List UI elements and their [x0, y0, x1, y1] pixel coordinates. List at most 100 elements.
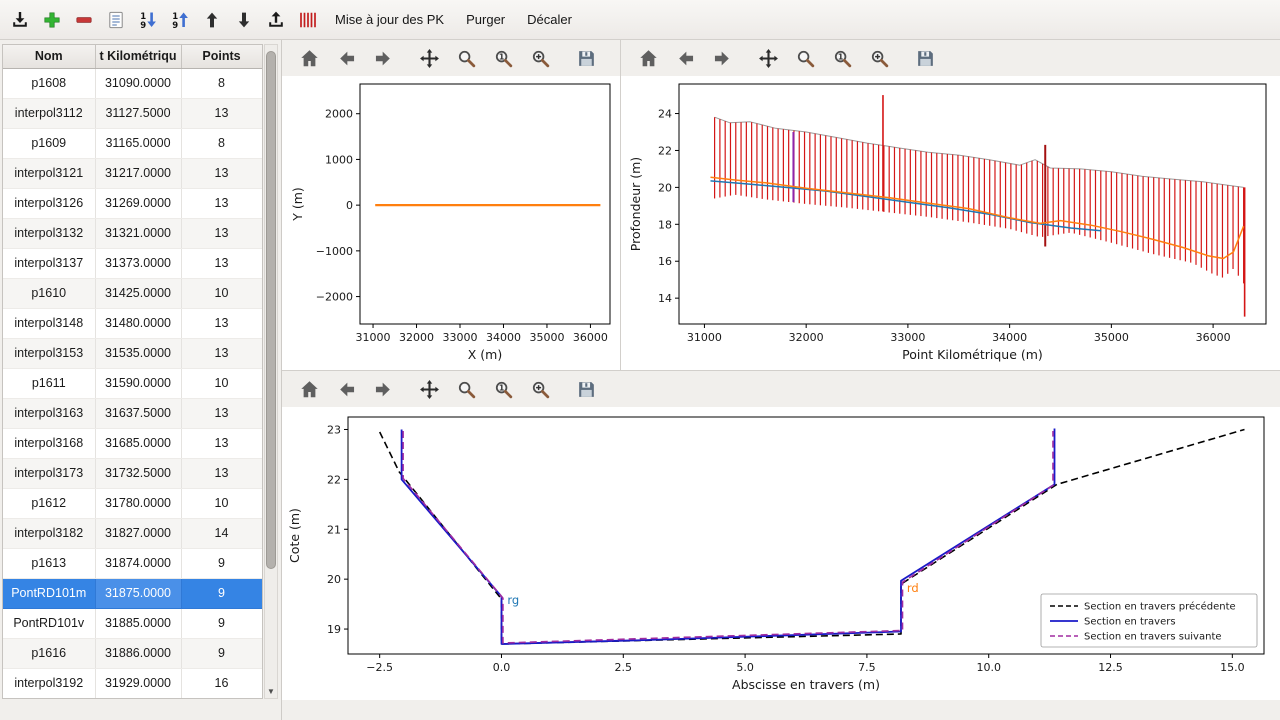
column-header-pk[interactable]: t Kilométriqu [95, 45, 181, 68]
table-row[interactable]: p161331874.00009 [3, 548, 262, 578]
cell-nom[interactable]: PontRD101m [3, 578, 95, 608]
save-button[interactable] [912, 43, 938, 73]
cell-points[interactable]: 10 [181, 278, 262, 308]
cell-points[interactable]: 13 [181, 248, 262, 278]
table-row[interactable]: p160931165.00008 [3, 128, 262, 158]
cell-pk[interactable]: 31127.5000 [95, 98, 181, 128]
table-row[interactable]: interpol315331535.000013 [3, 338, 262, 368]
forward-button[interactable] [370, 374, 396, 404]
form-button[interactable] [102, 5, 130, 35]
cell-points[interactable]: 13 [181, 338, 262, 368]
cell-nom[interactable]: p1612 [3, 488, 95, 518]
home-button[interactable] [296, 43, 322, 73]
pan-button[interactable] [416, 43, 442, 73]
pan-button[interactable] [416, 374, 442, 404]
table-row[interactable]: PontRD101m31875.00009 [3, 578, 262, 608]
table-row[interactable]: interpol313231321.000013 [3, 218, 262, 248]
forward-button[interactable] [370, 43, 396, 73]
cell-nom[interactable]: p1613 [3, 548, 95, 578]
cell-points[interactable]: 8 [181, 128, 262, 158]
table-row[interactable]: p161631886.00009 [3, 638, 262, 668]
cell-nom[interactable]: interpol3126 [3, 188, 95, 218]
cell-pk[interactable]: 31885.0000 [95, 608, 181, 638]
cell-points[interactable]: 9 [181, 608, 262, 638]
zoom-button[interactable] [792, 43, 818, 73]
cell-nom[interactable]: interpol3192 [3, 668, 95, 698]
cell-points[interactable]: 8 [181, 68, 262, 98]
cell-pk[interactable]: 31425.0000 [95, 278, 181, 308]
zoom-one-button[interactable]: 1 [490, 43, 516, 73]
cell-pk[interactable]: 31590.0000 [95, 368, 181, 398]
zoom-plus-button[interactable] [866, 43, 892, 73]
cell-pk[interactable]: 31886.0000 [95, 638, 181, 668]
table-row[interactable]: interpol314831480.000013 [3, 308, 262, 338]
table-scrollbar-thumb[interactable] [266, 51, 276, 569]
table-row[interactable]: interpol312631269.000013 [3, 188, 262, 218]
cell-pk[interactable]: 31480.0000 [95, 308, 181, 338]
cell-points[interactable]: 13 [181, 428, 262, 458]
cell-points[interactable]: 13 [181, 308, 262, 338]
table-scrollbar[interactable]: ▼ [264, 44, 278, 699]
column-header-nom[interactable]: Nom [3, 45, 95, 68]
cell-points[interactable]: 10 [181, 488, 262, 518]
cell-nom[interactable]: p1609 [3, 128, 95, 158]
cell-nom[interactable]: interpol3168 [3, 428, 95, 458]
export-button[interactable] [262, 5, 290, 35]
cell-nom[interactable]: interpol3148 [3, 308, 95, 338]
menu-mise-a-jour-pk[interactable]: Mise à jour des PK [326, 5, 453, 35]
cell-pk[interactable]: 31637.5000 [95, 398, 181, 428]
table-row[interactable]: interpol313731373.000013 [3, 248, 262, 278]
table-row[interactable]: PontRD101v31885.00009 [3, 608, 262, 638]
weirs-button[interactable] [294, 5, 322, 35]
table-row[interactable]: p161231780.000010 [3, 488, 262, 518]
cell-pk[interactable]: 31732.5000 [95, 458, 181, 488]
cell-pk[interactable]: 31874.0000 [95, 548, 181, 578]
pan-button[interactable] [755, 43, 781, 73]
cell-points[interactable]: 13 [181, 188, 262, 218]
cell-nom[interactable]: interpol3153 [3, 338, 95, 368]
move-up-button[interactable] [198, 5, 226, 35]
home-button[interactable] [296, 374, 322, 404]
cell-pk[interactable]: 31217.0000 [95, 158, 181, 188]
zoom-plus-button[interactable] [527, 374, 553, 404]
cell-nom[interactable]: interpol3112 [3, 98, 95, 128]
profile-chart[interactable]: 3100032000330003400035000360001416182022… [621, 76, 1280, 370]
table-row[interactable]: interpol311231127.500013 [3, 98, 262, 128]
cell-pk[interactable]: 31827.0000 [95, 518, 181, 548]
table-row[interactable]: interpol316831685.000013 [3, 428, 262, 458]
cell-pk[interactable]: 31269.0000 [95, 188, 181, 218]
cell-pk[interactable]: 31780.0000 [95, 488, 181, 518]
zoom-one-button[interactable]: 1 [829, 43, 855, 73]
table-row[interactable]: p161131590.000010 [3, 368, 262, 398]
zoom-one-button[interactable]: 1 [490, 374, 516, 404]
cell-nom[interactable]: p1616 [3, 638, 95, 668]
cell-points[interactable]: 13 [181, 98, 262, 128]
cell-pk[interactable]: 31321.0000 [95, 218, 181, 248]
cell-points[interactable]: 13 [181, 398, 262, 428]
cell-nom[interactable]: interpol3137 [3, 248, 95, 278]
cell-points[interactable]: 9 [181, 548, 262, 578]
cell-points[interactable]: 10 [181, 368, 262, 398]
cell-nom[interactable]: p1608 [3, 68, 95, 98]
cell-pk[interactable]: 31929.0000 [95, 668, 181, 698]
table-row[interactable]: interpol318231827.000014 [3, 518, 262, 548]
cell-nom[interactable]: interpol3163 [3, 398, 95, 428]
menu-decaler[interactable]: Décaler [518, 5, 581, 35]
home-button[interactable] [635, 43, 661, 73]
cell-points[interactable]: 13 [181, 218, 262, 248]
table-row[interactable]: p160831090.00008 [3, 68, 262, 98]
cell-points[interactable]: 14 [181, 518, 262, 548]
import-button[interactable] [6, 5, 34, 35]
remove-button[interactable] [70, 5, 98, 35]
scrollbar-down-arrow-icon[interactable]: ▼ [265, 687, 277, 697]
cell-nom[interactable]: interpol3132 [3, 218, 95, 248]
cell-points[interactable]: 13 [181, 158, 262, 188]
sort-desc-button[interactable]: 19 [134, 5, 162, 35]
cell-pk[interactable]: 31685.0000 [95, 428, 181, 458]
zoom-button[interactable] [453, 374, 479, 404]
cell-nom[interactable]: interpol3173 [3, 458, 95, 488]
cell-pk[interactable]: 31875.0000 [95, 578, 181, 608]
cell-points[interactable]: 16 [181, 668, 262, 698]
zoom-button[interactable] [453, 43, 479, 73]
cell-nom[interactable]: PontRD101v [3, 608, 95, 638]
